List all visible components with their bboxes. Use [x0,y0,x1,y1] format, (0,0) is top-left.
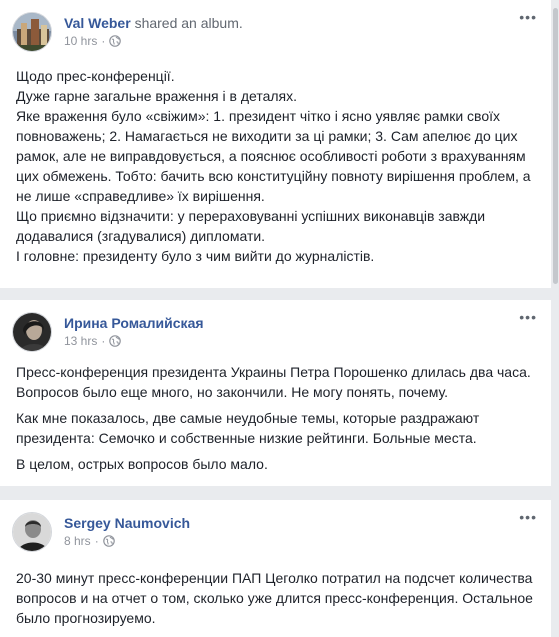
author-name[interactable]: Ирина Ромалийская [64,315,204,331]
post-paragraph: Щодо прес-конференції. [16,68,175,84]
scrollbar-thumb[interactable] [553,8,558,284]
more-options-icon[interactable]: ••• [519,8,537,26]
more-options-icon[interactable]: ••• [519,308,537,326]
author-line: Ирина Ромалийская [64,314,204,332]
globe-icon[interactable] [109,35,122,47]
post-header: Val Weber shared an album. 10 hrs · ••• [0,0,551,60]
post-action-text: shared an album. [134,15,243,31]
post-paragraph: Яке враження було «свіжим»: 1. президент… [16,108,531,204]
feed-post: Ирина Ромалийская 13 hrs · ••• Пресс-кон… [0,300,551,486]
scrollbar[interactable] [551,0,559,637]
painting-avatar-icon [13,13,51,51]
avatar[interactable] [12,512,52,552]
feed-post: Sergey Naumovich 8 hrs · ••• 20-30 минут… [0,500,551,637]
post-timestamp[interactable]: 10 hrs [64,33,97,49]
post-paragraph: Пресс-конференция президента Украины Пет… [16,364,531,400]
more-options-icon[interactable]: ••• [519,508,537,526]
author-line: Val Weber shared an album. [64,14,243,32]
globe-icon[interactable] [102,535,115,547]
globe-icon[interactable] [109,335,122,347]
woman-avatar-icon [13,313,51,351]
post-paragraph: Как мне показалось, две самые неудобные … [16,410,480,446]
post-text: 20-30 минут пресс-конференции ПАП Цеголк… [0,560,551,628]
post-timestamp[interactable]: 13 hrs [64,333,97,349]
post-paragraph: Що приємно відзначити: у перераховуванні… [16,208,486,244]
man-avatar-icon [13,513,51,551]
author-name[interactable]: Sergey Naumovich [64,515,190,531]
post-header: Sergey Naumovich 8 hrs · ••• [0,500,551,560]
meta-separator: · [94,534,99,548]
avatar[interactable] [12,12,52,52]
post-paragraph: І головне: президенту було з чим вийти д… [16,248,375,264]
post-meta: 10 hrs · [64,33,122,49]
post-meta: 13 hrs · [64,333,122,349]
post-timestamp[interactable]: 8 hrs [64,533,91,549]
meta-separator: · [101,34,106,48]
feed-post: Val Weber shared an album. 10 hrs · ••• … [0,0,551,288]
post-paragraph: Дуже гарне загальне враження і в деталях… [16,88,298,104]
post-paragraph: В целом, острых вопросов было мало. [16,456,268,472]
post-text: Щодо прес-конференції. Дуже гарне загаль… [0,60,551,266]
post-meta: 8 hrs · [64,533,115,549]
author-line: Sergey Naumovich [64,514,190,532]
post-header: Ирина Ромалийская 13 hrs · ••• [0,300,551,360]
avatar[interactable] [12,312,52,352]
meta-separator: · [101,334,106,348]
post-paragraph: 20-30 минут пресс-конференции ПАП Цеголк… [16,570,533,626]
post-text: Пресс-конференция президента Украины Пет… [0,360,551,474]
news-feed: Val Weber shared an album. 10 hrs · ••• … [0,0,559,637]
author-name[interactable]: Val Weber [64,15,131,31]
